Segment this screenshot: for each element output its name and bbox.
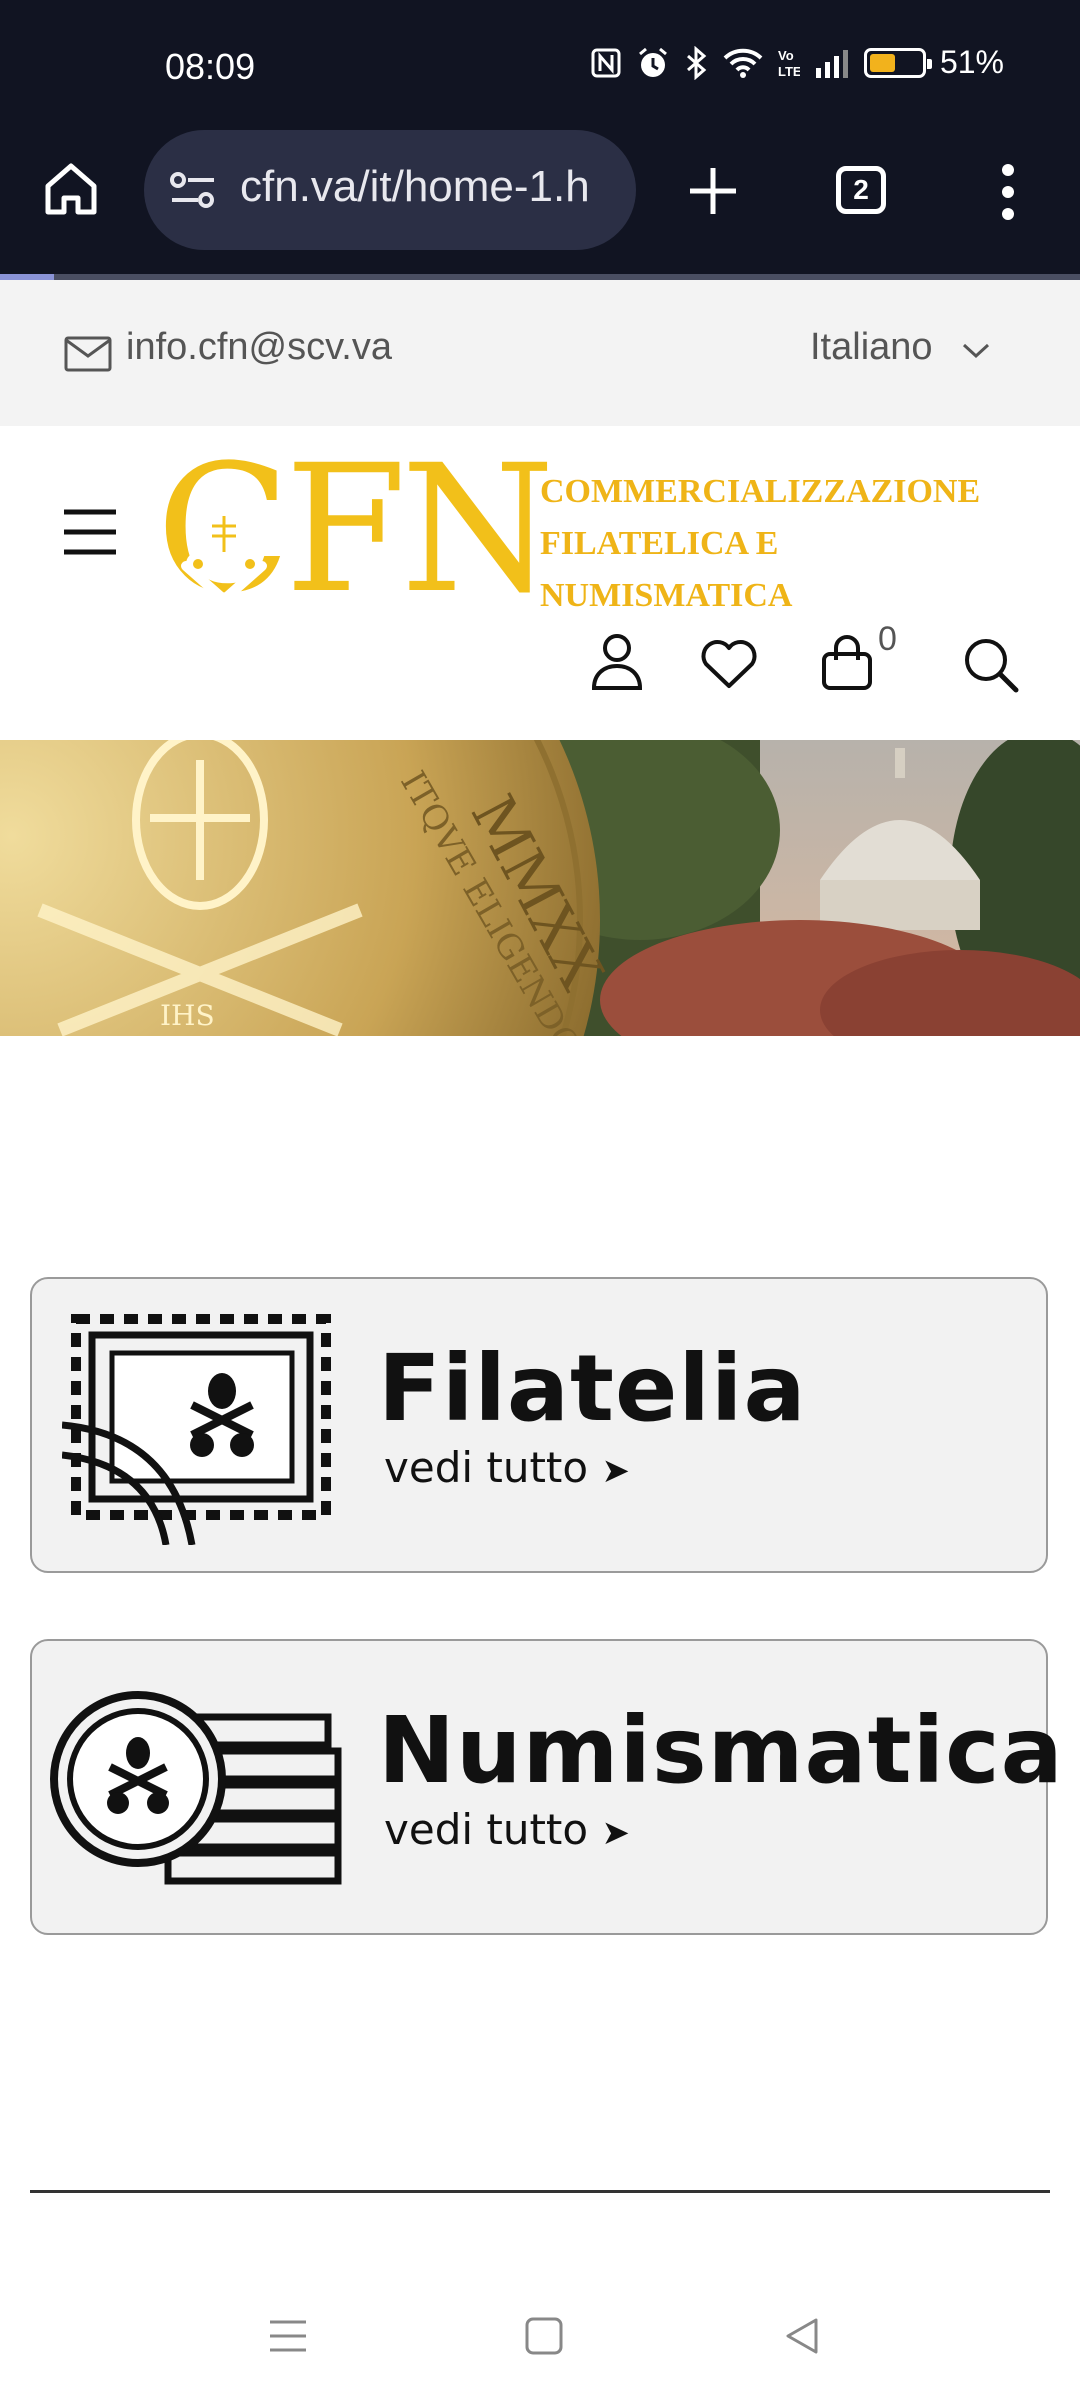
bluetooth-icon xyxy=(686,45,707,80)
svg-text:IHS: IHS xyxy=(160,999,215,1032)
status-icons: Vo LTE 51% xyxy=(590,44,1004,81)
svg-text:LTE: LTE xyxy=(778,64,800,79)
shopping-bag-icon[interactable] xyxy=(820,634,874,692)
search-icon[interactable] xyxy=(962,636,1020,694)
view-all-link[interactable]: vedi tutto ➤ xyxy=(384,1443,630,1492)
battery-icon xyxy=(863,47,932,78)
volte-icon: VoLTE xyxy=(778,48,800,79)
stamp-icon xyxy=(62,1314,331,1545)
heart-wishlist-icon[interactable] xyxy=(700,638,758,690)
cart-count-badge: 0 xyxy=(878,620,897,658)
nfc-icon xyxy=(591,48,621,77)
arrow-right-icon: ➤ xyxy=(601,1451,630,1491)
banner-image: MMXX ITQVE ELIGENDO IHS xyxy=(0,740,1080,1036)
hero-banner: MMXX ITQVE ELIGENDO IHS xyxy=(0,740,1080,1036)
chevron-down-icon[interactable] xyxy=(962,342,990,360)
contact-email[interactable]: info.cfn@scv.va xyxy=(126,326,392,369)
category-title[interactable]: Numismatica xyxy=(378,1697,1064,1804)
home-button-icon[interactable] xyxy=(524,2316,564,2356)
more-menu-icon[interactable] xyxy=(994,162,1022,222)
new-tab-icon[interactable] xyxy=(686,164,740,218)
address-bar[interactable]: cfn.va/it/home-1.h xyxy=(144,130,636,250)
site-settings-icon[interactable] xyxy=(168,168,218,212)
language-selector[interactable]: Italiano xyxy=(810,326,933,369)
back-button-icon[interactable] xyxy=(782,2316,822,2356)
view-all-link[interactable]: vedi tutto ➤ xyxy=(384,1805,630,1854)
category-card-numismatica[interactable]: Numismatica vedi tutto ➤ xyxy=(30,1639,1063,1935)
url-text[interactable]: cfn.va/it/home-1.h xyxy=(240,162,620,212)
logo-tagline: COMMERCIALIZZAZIONE FILATELICA E NUMISMA… xyxy=(540,473,981,614)
recent-apps-icon[interactable] xyxy=(268,2316,308,2356)
system-navigation-bar xyxy=(0,2280,1080,2400)
section-divider xyxy=(30,2190,1050,2193)
home-icon[interactable] xyxy=(40,158,102,220)
category-card-filatelia[interactable]: Filatelia vedi tutto ➤ xyxy=(30,1277,1048,1573)
coins-icon xyxy=(50,1691,342,1885)
user-account-icon[interactable] xyxy=(590,632,644,692)
status-time: 08:09 xyxy=(165,46,256,87)
arrow-right-icon: ➤ xyxy=(601,1813,630,1853)
papal-emblem-icon xyxy=(181,514,267,601)
alarm-icon xyxy=(638,47,667,77)
mail-icon xyxy=(64,336,112,372)
contact-bar: info.cfn@scv.va Italiano xyxy=(0,280,1080,426)
browser-toolbar: cfn.va/it/home-1.h 2 xyxy=(0,130,1080,277)
signal-icon xyxy=(815,49,848,78)
category-title[interactable]: Filatelia xyxy=(378,1335,807,1442)
hamburger-menu-icon[interactable] xyxy=(62,508,118,556)
battery-percent: 51% xyxy=(939,44,1004,80)
status-bar: 08:09 Vo LTE 51% xyxy=(0,0,1080,130)
svg-text:Vo: Vo xyxy=(778,48,794,63)
site-header: CFN COMMERCIALIZZAZIONE FILATELICA E NUM… xyxy=(0,426,1080,740)
wifi-icon xyxy=(723,48,763,78)
tab-switcher-button[interactable]: 2 xyxy=(836,166,886,214)
